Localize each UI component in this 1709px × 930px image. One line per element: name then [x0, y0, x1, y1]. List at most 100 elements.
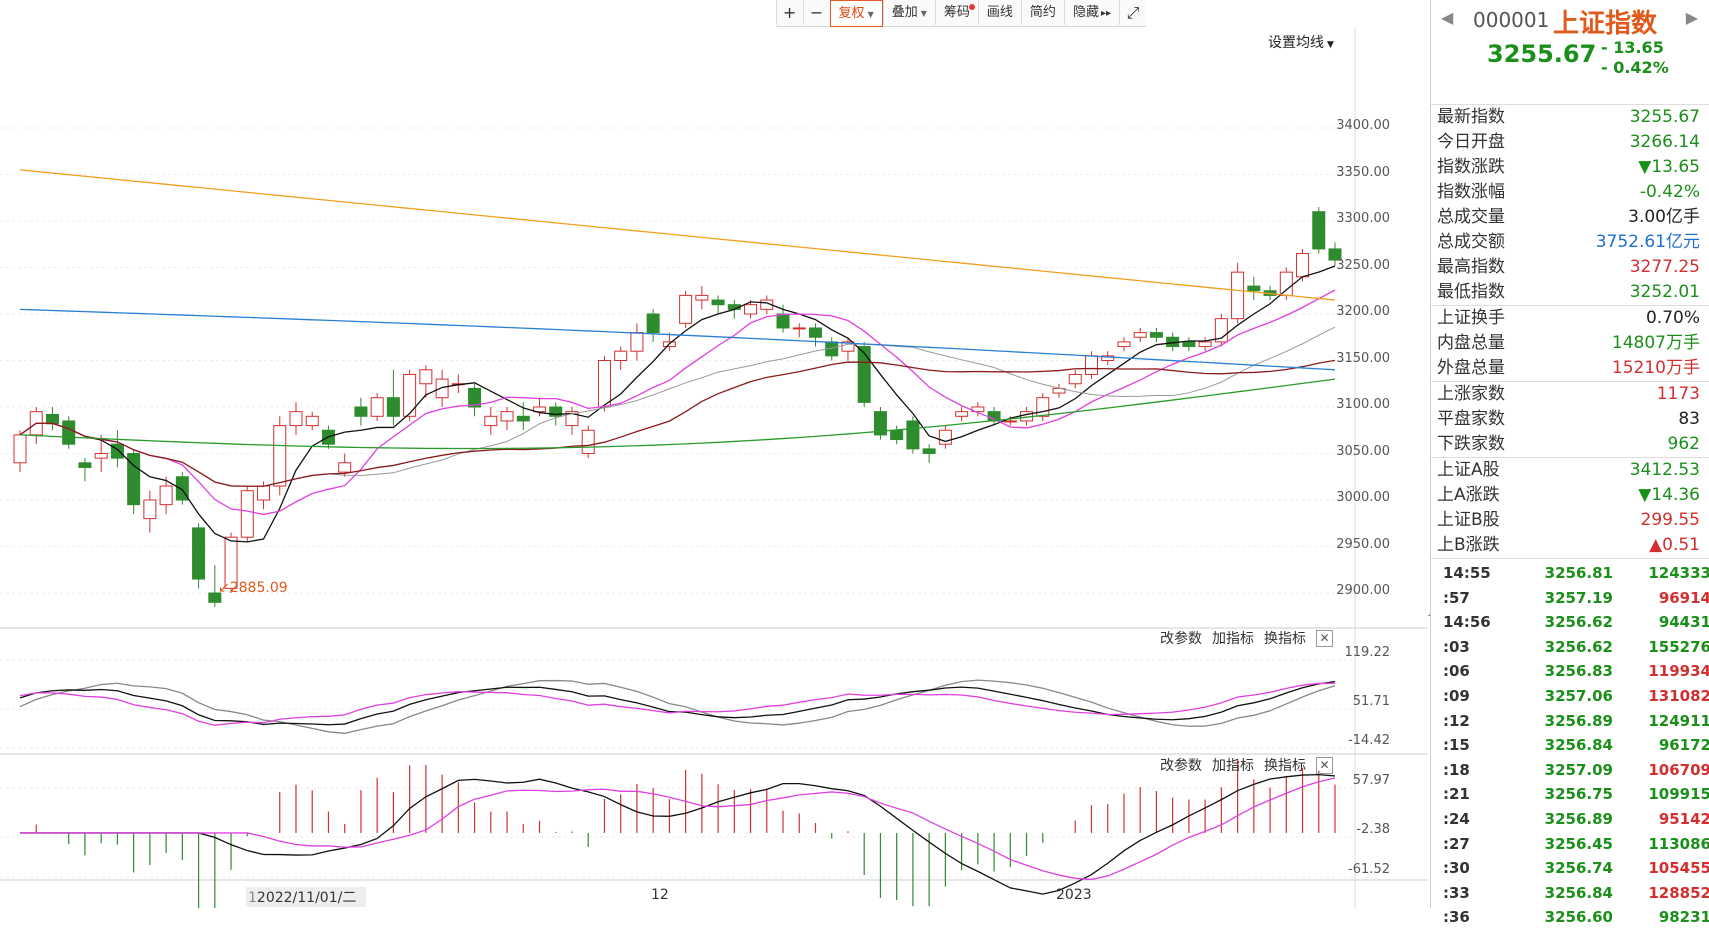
sub2-axis-mid: -2.38 — [1356, 822, 1390, 837]
sub1-add-indicator[interactable]: 加指标 — [1212, 628, 1254, 648]
tick-time: :06 — [1443, 662, 1470, 681]
sub2-switch-indicator[interactable]: 换指标 — [1264, 755, 1306, 775]
tick-price: 3257.19 — [1544, 588, 1613, 607]
candle-body — [289, 411, 303, 427]
candle-body — [938, 429, 952, 445]
sub2-add-indicator[interactable]: 加指标 — [1212, 755, 1254, 775]
kline-chart-area[interactable]: + − 复权 ▼ 叠加 ▼ 筹码 画线 简约 隐藏 ▸▸ ⤢ 设置均线 ▼ 3400.0… — [0, 0, 1428, 908]
sub2-close-icon[interactable]: ✕ — [1316, 756, 1333, 774]
stats-group: 最新指数 3255.67 今日开盘 3266.14 指数涨跌 ▼13.65 指数涨幅 -0.4… — [1431, 105, 1709, 306]
tick-volume: 105455 — [1648, 859, 1709, 878]
price-axis-tick: 2950.00 — [1336, 536, 1390, 552]
stat-value: 3.00亿手 — [1628, 207, 1700, 227]
draw-line-button[interactable]: 画线 — [977, 0, 1021, 25]
prev-stock-icon[interactable]: ◀ — [1441, 8, 1453, 27]
tick-time: 14:55 — [1443, 564, 1491, 582]
quote-header: ◀ 000001 上证指数 ▶ 3255.67 - 13.65 - 0.42% — [1431, 0, 1709, 105]
candle-body — [159, 485, 173, 506]
stat-value: 3255.67 — [1629, 107, 1700, 127]
chevron-down-icon: ▼ — [920, 9, 927, 18]
tick-volume: 155276 — [1648, 637, 1709, 656]
stat-value: 299.55 — [1640, 510, 1700, 530]
candle-body — [1247, 285, 1261, 292]
tick-time: 14:56 — [1443, 613, 1491, 632]
sub1-switch-indicator[interactable]: 换指标 — [1264, 628, 1306, 648]
tick-time: :33 — [1443, 883, 1470, 902]
date-label-month: 12 — [651, 887, 669, 903]
price-axis-tick: 3000.00 — [1336, 490, 1390, 505]
candle-body — [776, 313, 790, 329]
candle-body — [13, 434, 27, 464]
candle-body — [240, 490, 254, 538]
fullscreen-icon[interactable]: ⤢ — [1119, 0, 1146, 25]
candle-body — [257, 485, 271, 501]
candle-body — [338, 462, 352, 473]
sub2-axis-top: 57.97 — [1352, 773, 1390, 788]
stat-row: 上证B股 299.55 — [1431, 508, 1709, 533]
sub2-edit-params[interactable]: 改参数 — [1160, 755, 1202, 775]
tick-row: :27 3256.45 113086 — [1431, 832, 1709, 857]
tick-row: :33 3256.84 128852 — [1431, 881, 1709, 906]
price-axis-tick: 3400.00 — [1336, 118, 1390, 133]
sub1-axis-top: 119.22 — [1344, 645, 1391, 660]
candle-body — [94, 453, 108, 459]
tick-price: 3256.45 — [1544, 834, 1613, 853]
candle-body — [1117, 341, 1131, 348]
stat-label: 上证A股 — [1437, 460, 1500, 480]
candle-body — [1084, 355, 1098, 375]
candle-body — [1068, 373, 1082, 385]
sub1-edit-params[interactable]: 改参数 — [1160, 628, 1202, 648]
tick-row: :24 3256.89 95142 — [1431, 807, 1709, 832]
tick-row: :03 3256.62 155276 — [1431, 635, 1709, 660]
tick-volume: 98231 — [1658, 908, 1709, 927]
stat-row: 平盘家数 83 — [1431, 407, 1709, 432]
tick-price: 3256.62 — [1544, 637, 1613, 656]
tick-volume: 124911 — [1648, 711, 1709, 730]
stat-row: 上B涨跌 ▲0.51 — [1431, 533, 1709, 558]
candle-body — [808, 327, 822, 338]
overlay-button[interactable]: 叠加 ▼ — [882, 0, 935, 25]
stat-label: 总成交额 — [1437, 232, 1505, 252]
stat-row: 指数涨幅 -0.42% — [1431, 180, 1709, 205]
stat-row: 下跌家数 962 — [1431, 432, 1709, 457]
tick-price: 3256.60 — [1544, 908, 1613, 927]
tick-price: 3256.84 — [1544, 736, 1613, 755]
tick-time: :24 — [1443, 809, 1470, 828]
price-axis-tick: 3350.00 — [1336, 164, 1390, 180]
stat-value: ▼14.36 — [1638, 485, 1700, 505]
next-stock-icon[interactable]: ▶ — [1686, 8, 1698, 27]
tick-price: 3256.75 — [1544, 785, 1613, 804]
adjust-button[interactable]: 复权 ▼ — [829, 0, 883, 27]
candle-body — [922, 448, 936, 455]
sub1-close-icon[interactable]: ✕ — [1316, 629, 1333, 647]
candle-body — [1279, 271, 1293, 296]
sub2-axis-bottom: -61.52 — [1348, 862, 1390, 877]
ma-setting-button[interactable]: 设置均线 ▼ — [1268, 32, 1334, 52]
stat-row: 总成交量 3.00亿手 — [1431, 205, 1709, 230]
candle-body — [500, 411, 514, 422]
simple-mode-button[interactable]: 简约 — [1020, 0, 1064, 25]
zoom-out-button[interactable]: − — [802, 0, 830, 25]
tick-time: :21 — [1443, 785, 1470, 804]
hide-button[interactable]: 隐藏 ▸▸ — [1063, 0, 1119, 25]
tick-list[interactable]: 14:55 3256.81 124333:57 3257.19 96914 14:56 32… — [1431, 559, 1709, 930]
sub1-axis-bottom: -14.42 — [1348, 733, 1390, 748]
price-axis-tick: 3250.00 — [1336, 257, 1390, 273]
stat-value: 3412.53 — [1629, 460, 1700, 480]
price-axis-tick: 3200.00 — [1336, 304, 1390, 319]
stat-label: 上证换手 — [1437, 308, 1505, 328]
tick-price: 3256.83 — [1544, 662, 1613, 681]
stat-label: 最高指数 — [1437, 257, 1505, 277]
candle-body — [1198, 341, 1212, 348]
tick-volume: 96172 — [1658, 736, 1709, 755]
tick-row: 14:55 3256.81 124333 — [1431, 561, 1709, 586]
stats-group: 上证A股 3412.53 上A涨跌 ▼14.36 上证B股 299.55 上B涨跌 ▲0.51 — [1431, 458, 1709, 559]
chips-button[interactable]: 筹码 — [934, 0, 978, 25]
zoom-in-button[interactable]: + — [775, 0, 803, 25]
stat-label: 平盘家数 — [1437, 409, 1505, 429]
candle-body — [679, 294, 693, 324]
tick-volume: 94431 — [1658, 613, 1709, 632]
price-axis-tick: 3050.00 — [1336, 443, 1390, 459]
stat-row: 最高指数 3277.25 — [1431, 255, 1709, 280]
candle-body — [890, 429, 904, 441]
